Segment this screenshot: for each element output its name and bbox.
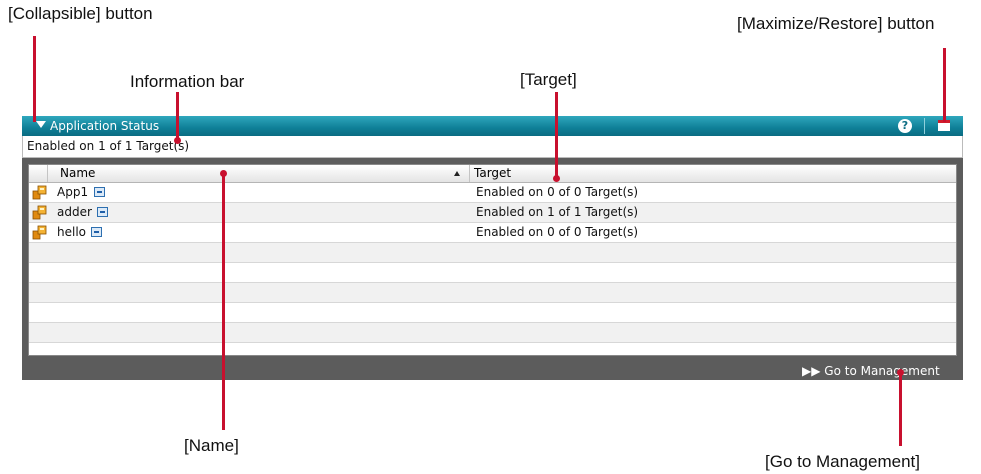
empty-row: [29, 303, 956, 323]
target-status: Enabled on 0 of 0 Target(s): [476, 185, 639, 199]
target-status: Enabled on 1 of 1 Target(s): [476, 205, 639, 219]
column-header-name-label: Name: [60, 166, 96, 180]
empty-row: [29, 243, 956, 263]
app-name[interactable]: adder: [57, 205, 92, 219]
app-name[interactable]: hello: [57, 225, 86, 239]
empty-row: [29, 283, 956, 303]
portlet-footer: ▶▶ Go to Management: [22, 362, 963, 380]
leader-line-information-bar: [176, 92, 179, 140]
double-arrow-icon: ▶▶: [802, 364, 821, 378]
information-bar-text: Enabled on 1 of 1 Target(s): [27, 139, 190, 153]
empty-row: [29, 263, 956, 283]
application-icon: [32, 225, 47, 240]
table-row: App1 Enabled on 0 of 0 Target(s): [29, 183, 956, 203]
leader-dot-go-to-management: [897, 369, 904, 376]
open-link-icon[interactable]: [97, 207, 108, 217]
leader-line-collapsible: [33, 36, 36, 122]
leader-dot-target: [553, 175, 560, 182]
table-header: Name Target: [29, 165, 956, 183]
header-icon-column: [29, 165, 48, 182]
table-frame: Name Target App1 Enabled on 0 of 0 Targe…: [22, 158, 963, 362]
callout-collapsible: [Collapsible] button: [8, 4, 153, 23]
target-status: Enabled on 0 of 0 Target(s): [476, 225, 639, 239]
callout-target: [Target]: [520, 70, 577, 89]
portlet-title-bar: Application Status ?: [22, 116, 963, 136]
open-link-icon[interactable]: [94, 187, 105, 197]
leader-line-target: [555, 92, 558, 178]
application-icon: [32, 205, 47, 220]
go-to-management-label: Go to Management: [824, 364, 940, 378]
table-row: hello Enabled on 0 of 0 Target(s): [29, 223, 956, 243]
callout-information-bar: Information bar: [130, 72, 245, 91]
application-status-portlet: Application Status ? Enabled on 1 of 1 T…: [22, 116, 963, 380]
callout-go-to-management: [Go to Management]: [765, 452, 920, 471]
column-header-target[interactable]: Target: [470, 165, 956, 182]
callout-name: [Name]: [184, 436, 239, 455]
information-bar: Enabled on 1 of 1 Target(s): [22, 136, 963, 158]
leader-dot-name: [220, 170, 227, 177]
title-separator: [924, 118, 925, 134]
application-table: Name Target App1 Enabled on 0 of 0 Targe…: [28, 164, 957, 356]
leader-line-maximize: [943, 48, 946, 122]
leader-line-go-to-management: [899, 372, 902, 446]
go-to-management-link[interactable]: ▶▶ Go to Management: [802, 362, 940, 380]
sort-ascending-icon: [454, 171, 460, 176]
collapse-button[interactable]: [36, 121, 46, 128]
portlet-title: Application Status: [50, 119, 160, 133]
leader-line-name: [222, 174, 225, 430]
callout-maximize-restore: [Maximize/Restore] button: [737, 14, 935, 33]
open-link-icon[interactable]: [91, 227, 102, 237]
column-header-target-label: Target: [474, 166, 512, 180]
app-name[interactable]: App1: [57, 185, 88, 199]
help-icon[interactable]: ?: [898, 119, 912, 133]
leader-dot-information-bar: [174, 137, 181, 144]
column-header-name[interactable]: Name: [48, 165, 470, 182]
empty-row: [29, 323, 956, 343]
application-icon: [32, 185, 47, 200]
table-row: adder Enabled on 1 of 1 Target(s): [29, 203, 956, 223]
